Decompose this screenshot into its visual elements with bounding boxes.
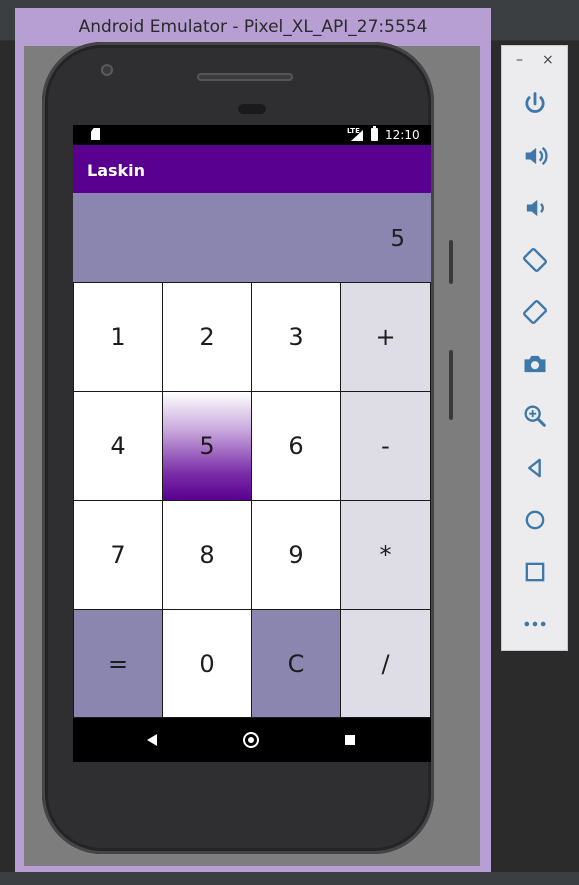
- zoom-icon[interactable]: [519, 400, 551, 432]
- emulator-side-panel: – ×: [501, 45, 568, 651]
- display-value: 5: [390, 226, 405, 252]
- phone-power-key[interactable]: [449, 240, 453, 284]
- key-0[interactable]: 0: [162, 609, 252, 718]
- camera-icon[interactable]: [519, 348, 551, 380]
- key-7[interactable]: 7: [73, 500, 163, 610]
- app-bar: Laskin: [73, 145, 431, 193]
- sd-card-icon: [91, 128, 100, 140]
- volume-down-icon[interactable]: [519, 192, 551, 224]
- navigation-bar: [73, 718, 431, 762]
- key-4[interactable]: 4: [73, 391, 163, 501]
- nav-back-icon[interactable]: [147, 734, 157, 746]
- key-equals[interactable]: =: [73, 609, 163, 718]
- nav-recents-icon[interactable]: [345, 735, 355, 745]
- key-1[interactable]: 1: [73, 282, 163, 392]
- more-icon[interactable]: [519, 608, 551, 640]
- power-icon[interactable]: [519, 88, 551, 120]
- rotate-left-icon[interactable]: [519, 244, 551, 276]
- calculator-display: 5: [73, 193, 431, 282]
- status-bar: LTE 12:10: [73, 125, 431, 145]
- key-5[interactable]: 5: [162, 391, 252, 501]
- rotate-right-icon[interactable]: [519, 296, 551, 328]
- front-camera-icon: [101, 64, 113, 76]
- overview-icon[interactable]: [519, 556, 551, 588]
- key-2[interactable]: 2: [162, 282, 252, 392]
- emulator-window-title[interactable]: Android Emulator - Pixel_XL_API_27:5554: [15, 8, 491, 46]
- key-6[interactable]: 6: [251, 391, 341, 501]
- phone-volume-key[interactable]: [449, 350, 453, 420]
- key-divide[interactable]: /: [340, 609, 431, 718]
- ide-statusbar: [0, 872, 579, 885]
- home-icon[interactable]: [519, 504, 551, 536]
- app-title: Laskin: [87, 161, 146, 180]
- device-screen: LTE 12:10 Laskin 5 1 2 3 + 4 5 6 - 7 8 9…: [73, 125, 431, 762]
- key-8[interactable]: 8: [162, 500, 252, 610]
- key-3[interactable]: 3: [251, 282, 341, 392]
- battery-icon: [371, 126, 378, 141]
- close-button[interactable]: ×: [542, 52, 554, 68]
- key-9[interactable]: 9: [251, 500, 341, 610]
- minimize-button[interactable]: –: [516, 52, 523, 68]
- nav-home-icon[interactable]: [243, 732, 259, 748]
- key-clear[interactable]: C: [251, 609, 341, 718]
- key-multiply[interactable]: *: [340, 500, 431, 610]
- network-type-label: LTE: [347, 127, 360, 135]
- speaker-grille: [197, 73, 293, 81]
- earpiece: [238, 104, 266, 114]
- volume-up-icon[interactable]: [519, 140, 551, 172]
- key-plus[interactable]: +: [340, 282, 431, 392]
- key-minus[interactable]: -: [340, 391, 431, 501]
- back-icon[interactable]: [519, 452, 551, 484]
- status-time: 12:10: [385, 128, 420, 142]
- keypad: 1 2 3 + 4 5 6 - 7 8 9 * = 0 C /: [73, 282, 431, 718]
